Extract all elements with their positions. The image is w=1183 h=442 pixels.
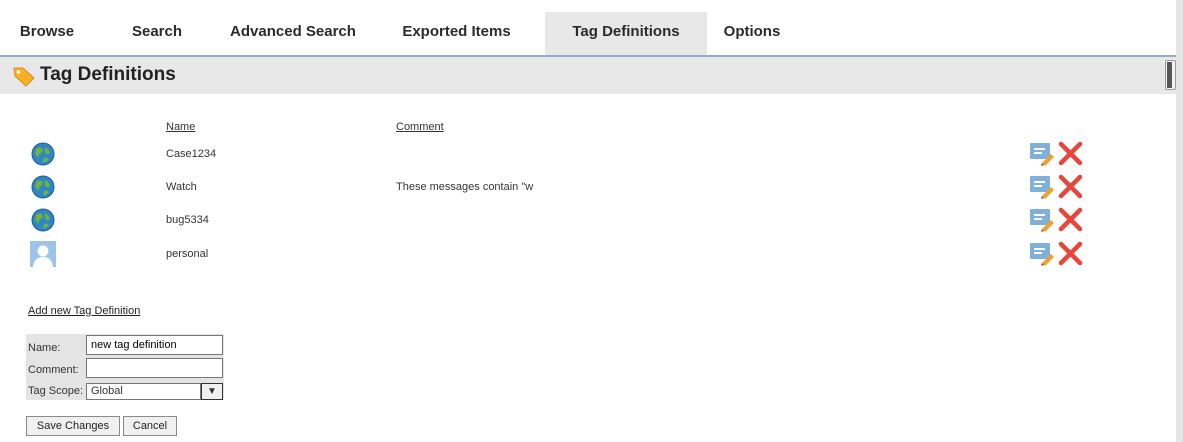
page-title: Tag Definitions	[40, 64, 176, 85]
add-tag-form: Name: Comment: Tag Scope: Global ▼	[26, 334, 224, 400]
person-icon	[30, 241, 56, 267]
name-label: Name:	[28, 342, 61, 354]
delete-icon[interactable]	[1058, 207, 1083, 232]
tag-name-input[interactable]	[86, 335, 223, 355]
comment-label: Comment:	[28, 364, 79, 376]
edit-icon[interactable]	[1029, 174, 1056, 199]
delete-icon[interactable]	[1058, 141, 1083, 166]
globe-icon	[30, 141, 56, 167]
scrollbar-handle[interactable]	[1165, 60, 1176, 90]
chevron-down-icon[interactable]: ▼	[201, 383, 223, 400]
tag-scope-label: Tag Scope:	[28, 385, 84, 397]
column-header-comment[interactable]: Comment	[396, 121, 444, 133]
edit-icon[interactable]	[1029, 207, 1056, 232]
tab-browse[interactable]: Browse	[16, 12, 78, 56]
add-tag-definition-link[interactable]: Add new Tag Definition	[28, 305, 140, 317]
tab-tag-definitions[interactable]: Tag Definitions	[545, 12, 707, 56]
tab-search[interactable]: Search	[122, 12, 192, 56]
table-row: bug5334	[0, 207, 1120, 237]
tag-name: Case1234	[166, 148, 217, 160]
delete-icon[interactable]	[1058, 174, 1083, 199]
tag-icon	[12, 65, 36, 87]
tab-exported-items[interactable]: Exported Items	[394, 12, 519, 56]
delete-icon[interactable]	[1058, 241, 1083, 266]
globe-icon	[30, 207, 56, 233]
scrollbar-track[interactable]	[1176, 0, 1183, 442]
tab-options[interactable]: Options	[714, 12, 790, 56]
tab-bar: Browse Search Advanced Search Exported I…	[0, 0, 1176, 56]
table-row: personal	[0, 241, 1120, 271]
cancel-button[interactable]: Cancel	[123, 416, 177, 436]
page-header: Tag Definitions	[0, 57, 1176, 94]
edit-icon[interactable]	[1029, 141, 1056, 166]
tag-name: Watch	[166, 181, 197, 193]
globe-icon	[30, 174, 56, 200]
table-row: Case1234	[0, 141, 1120, 171]
tag-name: bug5334	[166, 214, 209, 226]
table-row: Watch These messages contain "w	[0, 174, 1120, 204]
edit-icon[interactable]	[1029, 241, 1056, 266]
tab-advanced-search[interactable]: Advanced Search	[224, 12, 362, 56]
tag-comment: These messages contain "w	[396, 181, 534, 193]
tag-name: personal	[166, 248, 209, 260]
tag-scope-select[interactable]: Global	[86, 383, 201, 400]
save-changes-button[interactable]: Save Changes	[26, 416, 120, 436]
column-header-name[interactable]: Name	[166, 121, 195, 133]
tag-comment-input[interactable]	[86, 358, 223, 378]
